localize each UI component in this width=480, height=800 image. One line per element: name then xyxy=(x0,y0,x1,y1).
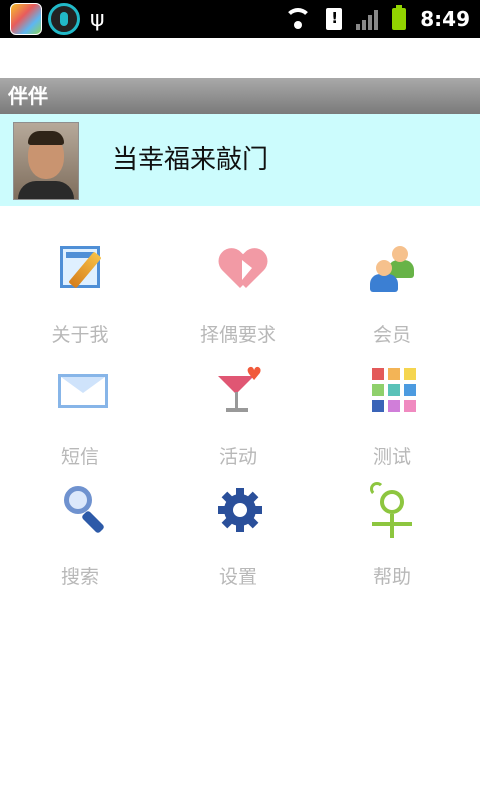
profile-name: 当幸福来敲门 xyxy=(112,145,269,175)
magnifier-icon xyxy=(54,482,110,538)
help-icon xyxy=(366,482,422,538)
members-icon xyxy=(366,240,422,296)
avatar[interactable] xyxy=(13,122,79,200)
menu-label: 测试 xyxy=(372,446,411,468)
status-time: 8:49 xyxy=(420,7,470,31)
wifi-icon xyxy=(284,8,313,30)
sim-alert-icon xyxy=(326,8,343,30)
usb-icon: ψ xyxy=(90,6,105,32)
title-bar: 伴伴 xyxy=(0,78,480,114)
menu-item-about-me[interactable]: 关于我 xyxy=(0,240,160,358)
app-title: 伴伴 xyxy=(8,84,48,108)
menu-item-tests[interactable]: 测试 xyxy=(312,362,472,480)
cocktail-icon: ♥ xyxy=(212,362,268,418)
menu-label: 设置 xyxy=(218,566,257,588)
color-grid-icon xyxy=(366,362,422,418)
battery-icon xyxy=(392,5,407,30)
menu-label: 关于我 xyxy=(51,324,109,346)
profile-header[interactable]: 当幸福来敲门 xyxy=(0,114,480,206)
status-left-icons: ψ xyxy=(10,3,105,35)
signal-icon xyxy=(356,8,379,30)
menu-item-messages[interactable]: 短信 xyxy=(0,362,160,480)
menu-item-members[interactable]: 会员 xyxy=(312,240,472,358)
gear-icon xyxy=(212,482,268,538)
status-right-icons: 8:49 xyxy=(284,0,470,38)
menu-item-settings[interactable]: 设置 xyxy=(158,482,318,600)
heart-cursor-icon xyxy=(212,240,268,296)
menu-label: 择偶要求 xyxy=(199,324,276,346)
menu-label: 短信 xyxy=(60,446,99,468)
menu-item-help[interactable]: 帮助 xyxy=(312,482,472,600)
app-notification-icon xyxy=(10,3,42,35)
menu-item-events[interactable]: ♥ 活动 xyxy=(158,362,318,480)
menu-item-partner-requirements[interactable]: 择偶要求 xyxy=(158,240,318,358)
sync-notification-icon xyxy=(48,3,80,35)
menu-label: 搜索 xyxy=(60,566,99,588)
envelope-icon xyxy=(54,362,110,418)
status-bar: ψ 8:49 xyxy=(0,0,480,38)
profile-edit-icon xyxy=(54,240,110,296)
menu-label: 帮助 xyxy=(372,566,411,588)
menu-label: 会员 xyxy=(372,324,411,346)
menu-label: 活动 xyxy=(218,446,257,468)
menu-item-search[interactable]: 搜索 xyxy=(0,482,160,600)
